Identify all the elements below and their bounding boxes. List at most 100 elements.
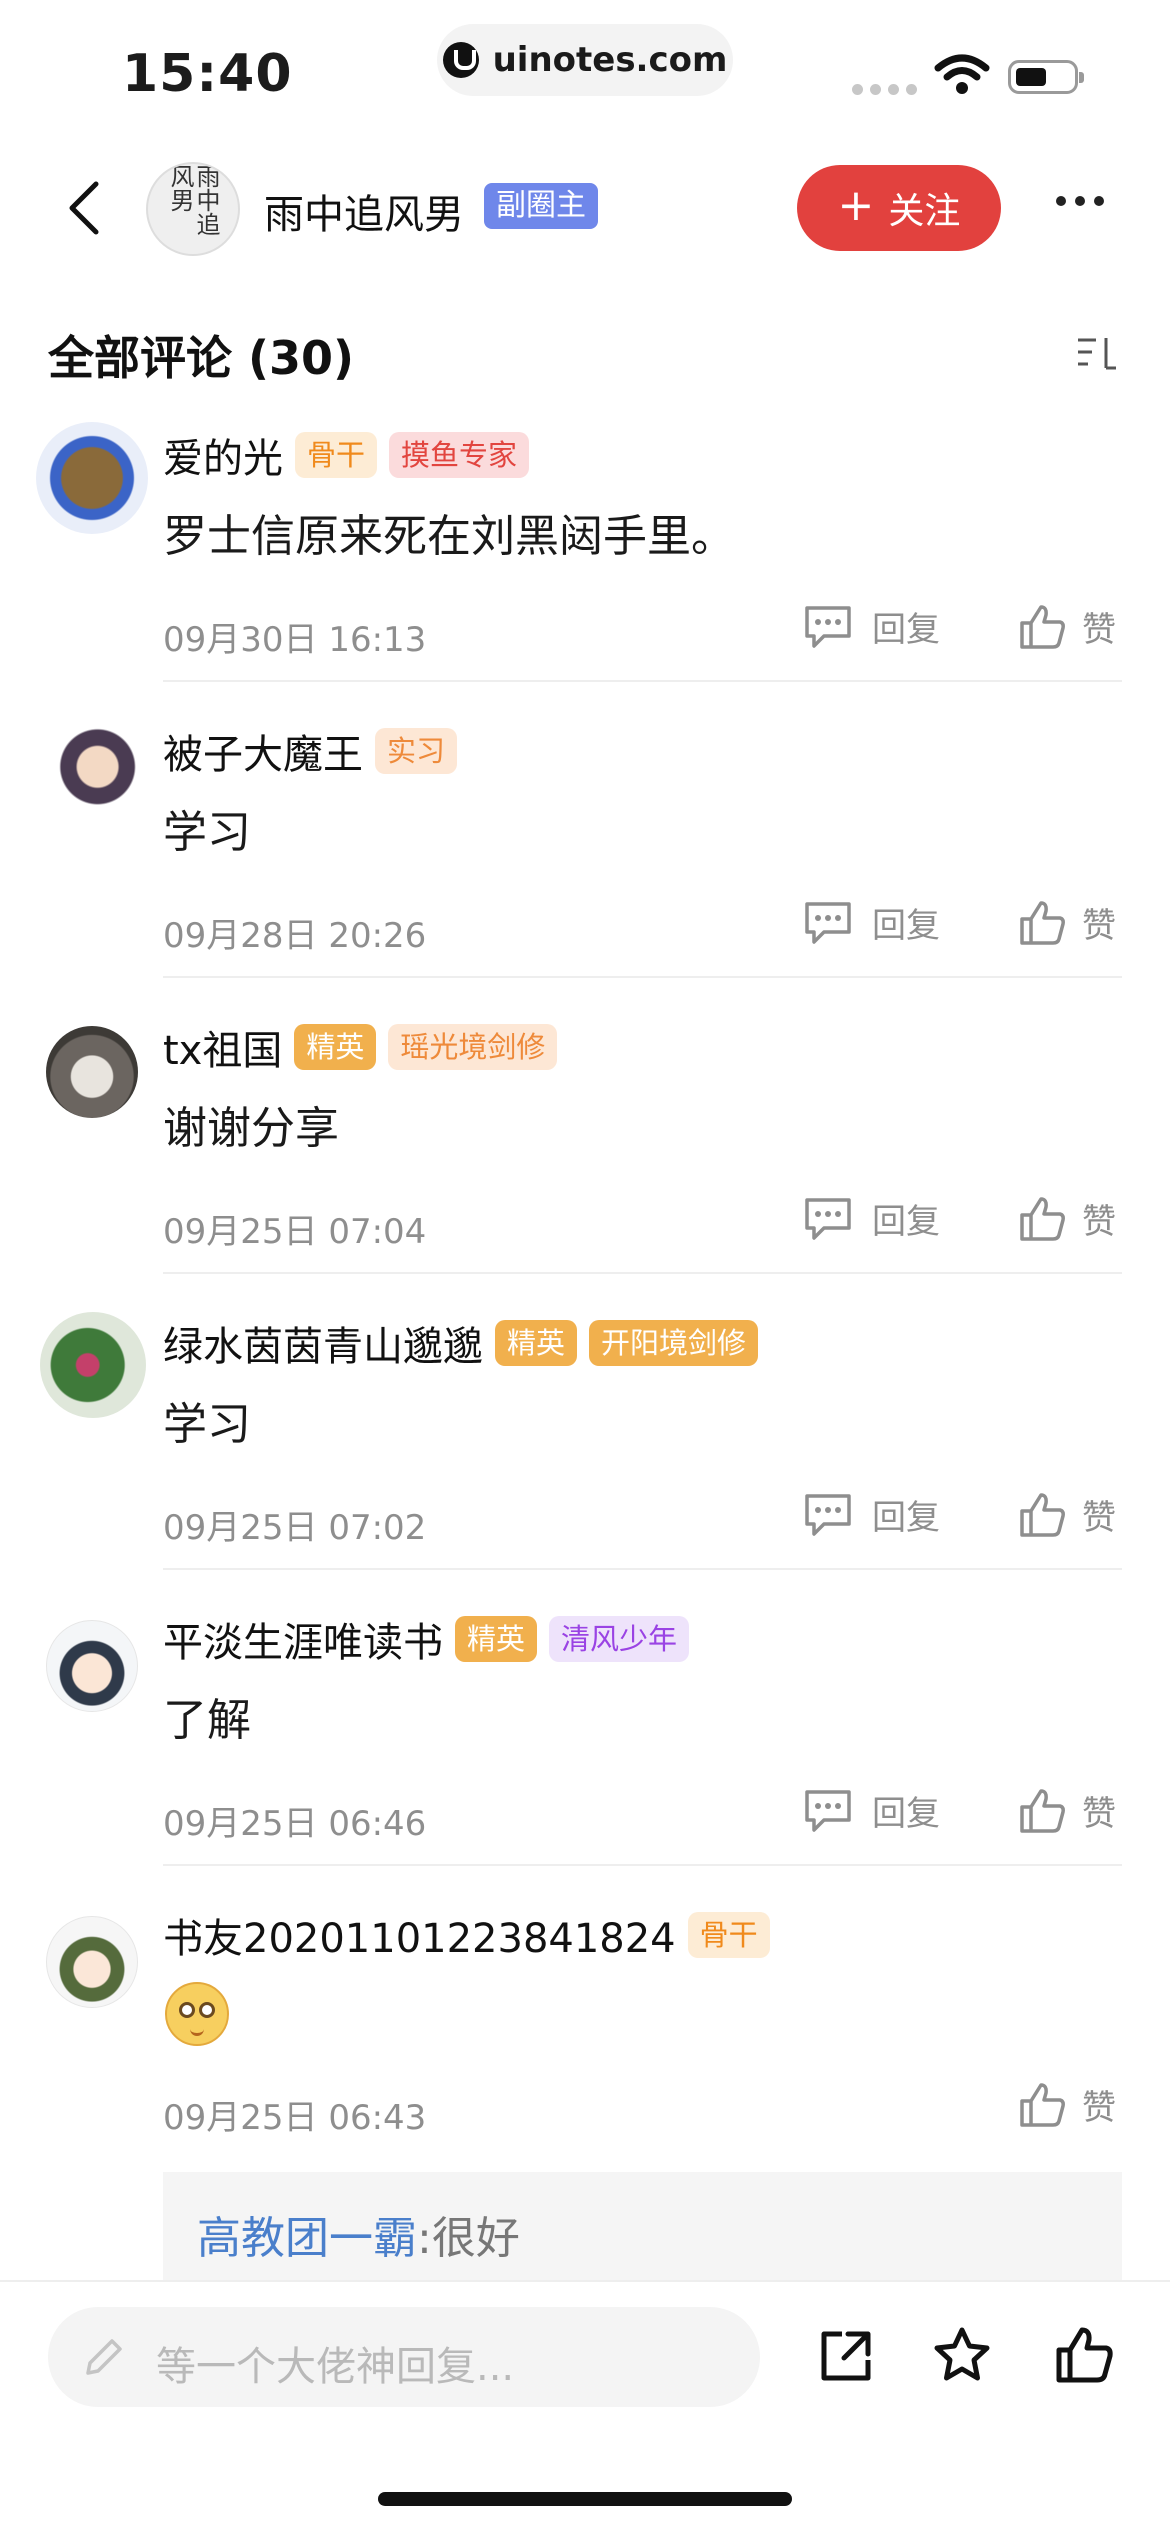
sort-icon[interactable] bbox=[1076, 334, 1120, 374]
user-badge: 精英 bbox=[455, 1616, 538, 1662]
like-label: 赞 bbox=[1082, 610, 1116, 650]
reply-label: 回复 bbox=[872, 1794, 940, 1834]
sly-face-emoji-icon bbox=[165, 1982, 229, 2046]
divider bbox=[163, 976, 1122, 978]
reply-button[interactable]: 回复 bbox=[802, 602, 940, 651]
wifi-icon bbox=[934, 54, 990, 94]
favorite-star-icon[interactable] bbox=[932, 2326, 992, 2384]
url-pill[interactable]: uinotes.com bbox=[437, 24, 733, 96]
like-label: 赞 bbox=[1082, 906, 1116, 946]
cellular-signal-icon bbox=[852, 84, 917, 95]
comment-time: 09月28日 20:26 bbox=[163, 916, 427, 956]
user-name[interactable]: 被子大魔王 bbox=[163, 722, 363, 780]
reply-button[interactable]: 回复 bbox=[802, 1490, 940, 1539]
back-arrow-icon[interactable] bbox=[56, 178, 116, 238]
reply-label: 回复 bbox=[872, 610, 940, 650]
user-avatar[interactable] bbox=[40, 1312, 146, 1418]
comment-text: 了解 bbox=[163, 1695, 251, 1746]
reply-label: 回复 bbox=[872, 1498, 940, 1538]
like-button[interactable]: 赞 bbox=[1018, 1490, 1116, 1539]
sub-reply-box[interactable]: 高教团一霸:很好 bbox=[163, 2172, 1122, 2280]
divider bbox=[163, 680, 1122, 682]
user-avatar[interactable] bbox=[46, 1026, 138, 1118]
role-badge: 副圈主 bbox=[484, 183, 598, 229]
comment-bubble-icon bbox=[805, 1493, 851, 1536]
like-label: 赞 bbox=[1082, 2088, 1116, 2128]
comment-time: 09月25日 06:46 bbox=[163, 1804, 427, 1844]
site-logo-icon bbox=[442, 42, 479, 78]
reply-label: 回复 bbox=[872, 1202, 940, 1242]
comment-time: 09月25日 07:04 bbox=[163, 1212, 427, 1252]
user-badge: 精英 bbox=[294, 1024, 377, 1070]
comment-text: 谢谢分享 bbox=[163, 1103, 339, 1154]
comment-time: 09月25日 06:43 bbox=[163, 2098, 427, 2138]
like-button[interactable]: 赞 bbox=[1018, 898, 1116, 947]
home-indicator bbox=[378, 2492, 792, 2506]
avatar-calligraphy: 雨中追风男 bbox=[166, 164, 220, 236]
thumbs-up-icon bbox=[1020, 1788, 1065, 1833]
author-name[interactable]: 雨中追风男 bbox=[264, 182, 464, 240]
comment-text: 学习 bbox=[163, 807, 251, 858]
thumbs-up-icon bbox=[1020, 1492, 1065, 1537]
comment-text: 罗士信原来死在刘黑闼手里。 bbox=[163, 511, 735, 562]
share-icon[interactable] bbox=[818, 2328, 874, 2384]
user-avatar[interactable] bbox=[36, 722, 148, 834]
user-badge: 精英 bbox=[495, 1320, 578, 1366]
thumbs-up-icon bbox=[1020, 1196, 1065, 1241]
like-button[interactable]: 赞 bbox=[1018, 1786, 1116, 1835]
divider bbox=[163, 1568, 1122, 1570]
pencil-icon bbox=[86, 2339, 122, 2375]
thumbs-up-icon[interactable] bbox=[1054, 2326, 1114, 2384]
like-label: 赞 bbox=[1082, 1202, 1116, 1242]
user-badge: 骨干 bbox=[687, 1912, 770, 1958]
user-badge: 开阳境剑修 bbox=[589, 1320, 759, 1366]
user-badge: 清风少年 bbox=[549, 1616, 690, 1662]
user-name[interactable]: 书友20201101223841824 bbox=[163, 1906, 676, 1964]
status-time: 15:40 bbox=[122, 44, 293, 104]
like-button[interactable]: 赞 bbox=[1018, 602, 1116, 651]
sub-reply-author[interactable]: 高教团一霸 bbox=[197, 2213, 417, 2264]
comment-input[interactable]: 等一个大佬神回复... bbox=[48, 2307, 760, 2407]
like-label: 赞 bbox=[1082, 1794, 1116, 1834]
battery-icon bbox=[1008, 60, 1084, 94]
comment-bubble-icon bbox=[805, 1197, 851, 1240]
comment-time: 09月25日 07:02 bbox=[163, 1508, 427, 1548]
comment-bubble-icon bbox=[805, 605, 851, 648]
comment-text: 学习 bbox=[163, 1399, 251, 1450]
like-button[interactable]: 赞 bbox=[1018, 1194, 1116, 1243]
like-label: 赞 bbox=[1082, 1498, 1116, 1538]
reply-label: 回复 bbox=[872, 906, 940, 946]
status-bar: 15:40 uinotes.com bbox=[0, 0, 1170, 140]
comment-bubble-icon bbox=[805, 1789, 851, 1832]
divider bbox=[163, 1864, 1122, 1866]
author-avatar[interactable]: 雨中追风男 bbox=[146, 162, 240, 256]
user-name[interactable]: 绿水茵茵青山邈邈 bbox=[163, 1314, 483, 1372]
reply-button[interactable]: 回复 bbox=[802, 1786, 940, 1835]
user-avatar[interactable] bbox=[46, 1916, 138, 2008]
user-badge: 摸鱼专家 bbox=[389, 432, 530, 478]
thumbs-up-icon bbox=[1020, 604, 1065, 649]
post-header: 雨中追风男 雨中追风男 副圈主 + 关注 bbox=[0, 150, 1170, 270]
comment-time: 09月30日 16:13 bbox=[163, 620, 427, 660]
more-options-icon[interactable] bbox=[1056, 196, 1104, 206]
user-name[interactable]: 平淡生涯唯读书 bbox=[163, 1610, 443, 1668]
like-button[interactable]: 赞 bbox=[1018, 2080, 1116, 2129]
user-badge: 瑶光境剑修 bbox=[388, 1024, 558, 1070]
user-avatar[interactable] bbox=[46, 1620, 138, 1712]
follow-label: 关注 bbox=[888, 191, 961, 232]
user-avatar[interactable] bbox=[36, 422, 148, 534]
comment-input-placeholder: 等一个大佬神回复... bbox=[156, 2344, 515, 2390]
follow-button[interactable]: + 关注 bbox=[797, 165, 1001, 251]
divider bbox=[163, 1272, 1122, 1274]
url-text: uinotes.com bbox=[492, 40, 728, 80]
user-name[interactable]: tx祖国 bbox=[163, 1018, 282, 1076]
thumbs-up-icon bbox=[1020, 900, 1065, 945]
plus-icon: + bbox=[837, 180, 875, 231]
user-name[interactable]: 爱的光 bbox=[163, 426, 283, 484]
sub-reply-text: :很好 bbox=[417, 2213, 520, 2264]
reply-button[interactable]: 回复 bbox=[802, 1194, 940, 1243]
comment-bubble-icon bbox=[805, 901, 851, 944]
thumbs-up-icon bbox=[1020, 2082, 1065, 2127]
user-badge: 实习 bbox=[375, 728, 458, 774]
reply-button[interactable]: 回复 bbox=[802, 898, 940, 947]
